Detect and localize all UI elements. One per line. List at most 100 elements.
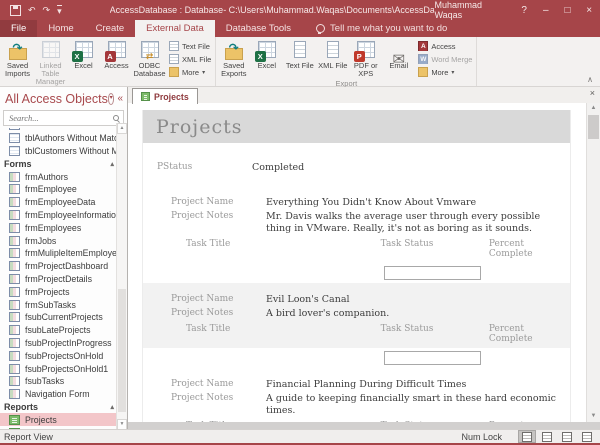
sidebar-item-frmemployee[interactable]: frmEmployee: [0, 183, 117, 196]
project-name-value: Everything You Didn't Know About Vmware: [266, 197, 477, 208]
collapse-ribbon-icon[interactable]: ∧: [587, 75, 593, 84]
tab-external-data[interactable]: External Data: [135, 20, 215, 37]
tell-me-label: Tell me what you want to do: [330, 23, 448, 34]
ribbon-button-odbc-database[interactable]: ODBC Database: [133, 38, 166, 86]
project-section: Project Name Evil Loon's Canal Project N…: [143, 283, 570, 365]
pane-menu-icon[interactable]: ▾: [107, 93, 115, 105]
ribbon-button-pdf-or-xps[interactable]: PDF or XPS: [349, 38, 382, 78]
document-area: Projects × Projects PStatus Completed Pr…: [128, 87, 600, 430]
ribbon-button-access[interactable]: Access: [100, 38, 133, 86]
tell-me-box[interactable]: Tell me what you want to do: [302, 20, 447, 37]
ribbon-button-excel[interactable]: Excel: [67, 38, 100, 86]
ribbon-button-saved-exports[interactable]: Saved Exports: [217, 38, 250, 78]
project-section: Project Name Everything You Didn't Know …: [143, 186, 570, 280]
num-lock-indicator: Num Lock: [461, 431, 502, 442]
ribbon-button-access[interactable]: Access: [418, 40, 472, 52]
percent-complete-label: Percent Complete: [488, 324, 533, 344]
search-input[interactable]: [7, 112, 113, 124]
scrollbar-thumb[interactable]: [588, 115, 599, 139]
save-icon[interactable]: [10, 4, 21, 16]
tab-file[interactable]: File: [0, 20, 38, 37]
sidebar-item-tblauthors-without-matchin[interactable]: tblAuthors Without Matchin...: [0, 132, 127, 145]
scrollbar-thumb[interactable]: [118, 288, 126, 412]
sidebar-item-fsubprojectinprogress[interactable]: fsubProjectInProgress: [0, 337, 117, 350]
help-button[interactable]: ?: [513, 0, 535, 20]
report-view: Projects PStatus Completed Project Name …: [128, 103, 587, 422]
sidebar-item-tblcustomers-without-match[interactable]: tblCustomers Without Match...: [0, 145, 127, 158]
sidebar-item-fsubcurrentprojects[interactable]: fsubCurrentProjects: [0, 311, 117, 324]
sidebar-item-frmsubtasks[interactable]: frmSubTasks: [0, 298, 117, 311]
scroll-up-icon[interactable]: ▲: [117, 123, 127, 134]
minimize-button[interactable]: –: [535, 0, 557, 20]
document-tab-projects[interactable]: Projects: [132, 88, 198, 104]
tab-database-tools[interactable]: Database Tools: [215, 20, 302, 37]
scroll-down-icon[interactable]: ▼: [587, 411, 600, 422]
status-bar: Report View Num Lock: [0, 429, 600, 443]
shutter-bar-close-icon[interactable]: «: [117, 94, 123, 104]
collapse-group-icon[interactable]: ▴: [110, 160, 114, 168]
project-notes-row: Project Notes A bird lover's companion.: [143, 308, 570, 320]
form-icon: [9, 376, 20, 387]
access-icon: [418, 41, 429, 51]
redo-icon[interactable]: ↷: [43, 5, 51, 15]
maximize-button[interactable]: □: [557, 0, 579, 20]
tab-home[interactable]: Home: [37, 20, 84, 37]
sidebar-list: tblAuthors Without Matchin... tblCustomer…: [0, 128, 127, 430]
sidebar-item-frmemployeedata[interactable]: frmEmployeeData: [0, 196, 117, 209]
sidebar-item-frmemployees[interactable]: frmEmployees: [0, 221, 117, 234]
sidebar-item-fsubprojectsonhold[interactable]: fsubProjectsOnHold: [0, 349, 117, 362]
project-name-label: Project Name: [171, 379, 234, 389]
ribbon-button-xml-file[interactable]: XML File: [316, 38, 349, 78]
signed-in-user[interactable]: Muhammad Waqas: [434, 0, 499, 20]
ribbon-button-email[interactable]: Email: [382, 38, 415, 78]
more-icon: [418, 67, 429, 77]
report-view-icon[interactable]: [518, 430, 536, 443]
search-icon[interactable]: [113, 114, 120, 122]
tab-create[interactable]: Create: [85, 20, 136, 37]
ribbon-button-text-file[interactable]: Text File: [283, 38, 316, 78]
sidebar-item-navigation-form[interactable]: Navigation Form: [0, 388, 117, 401]
task-status-textbox[interactable]: [384, 266, 481, 280]
query-icon: [9, 145, 20, 156]
ribbon-button-excel[interactable]: Excel: [250, 38, 283, 78]
sidebar-item-frmprojectdetails[interactable]: frmProjectDetails: [0, 273, 117, 286]
close-document-icon[interactable]: ×: [590, 88, 595, 98]
customize-quick-access-toolbar-icon[interactable]: ▾: [57, 4, 62, 16]
sidebar-item-frmmulipleitememployee[interactable]: frmMulipleItemEmployee: [0, 247, 122, 260]
pstatus-label: PStatus: [157, 162, 193, 172]
sidebar-item-frmjobs[interactable]: frmJobs: [0, 234, 117, 247]
sidebar-item-frmprojectdashboard[interactable]: frmProjectDashboard: [0, 260, 117, 273]
close-button[interactable]: ×: [578, 0, 600, 20]
sidebar-item-fsubprojectsonhold1[interactable]: fsubProjectsOnHold1: [0, 362, 117, 375]
sidebar-group-reports[interactable]: Reports ▴: [0, 401, 117, 414]
task-status-textbox[interactable]: [384, 351, 481, 365]
project-notes-label: Project Notes: [171, 211, 234, 221]
design-view-icon[interactable]: [578, 430, 596, 443]
sidebar-item-frmemployeeinformation[interactable]: frmEmployeeInformation: [0, 209, 121, 222]
main-area: All Access Objects ▾ « tblAuthors Withou…: [0, 87, 600, 430]
window-title: AccessDatabase : Database- C:\Users\Muha…: [109, 5, 435, 15]
report-title-band: Projects: [143, 110, 570, 143]
sidebar-item-fsublateprojects[interactable]: fsubLateProjects: [0, 324, 117, 337]
sidebar-item-fsubtasks[interactable]: fsubTasks: [0, 375, 117, 388]
status-view-label: Report View: [4, 431, 53, 442]
document-tab-bar: Projects ×: [128, 87, 600, 104]
navigation-pane-title[interactable]: All Access Objects: [5, 92, 108, 106]
ribbon-button-more[interactable]: More ▾: [418, 66, 472, 78]
ribbon-button-more[interactable]: More ▾: [169, 66, 211, 78]
print-preview-icon[interactable]: [538, 430, 556, 443]
sidebar-item-frmprojects[interactable]: frmProjects: [0, 285, 117, 298]
sidebar-item-projects[interactable]: Projects: [0, 413, 117, 427]
layout-view-icon[interactable]: [558, 430, 576, 443]
collapse-group-icon[interactable]: ▴: [110, 403, 114, 411]
sidebar-item-frmauthors[interactable]: frmAuthors: [0, 170, 117, 183]
sidebar-group-forms[interactable]: Forms ▴: [0, 157, 117, 170]
ribbon-button-saved-imports[interactable]: Saved Imports: [1, 38, 34, 86]
sidebar-scrollbar[interactable]: ▲ ▼: [116, 123, 127, 430]
navigation-pane-header: All Access Objects ▾ «: [0, 87, 127, 108]
ribbon-button-text-file[interactable]: Text File: [169, 40, 211, 52]
undo-icon[interactable]: ↶: [28, 5, 36, 15]
scroll-up-icon[interactable]: ▲: [587, 103, 600, 114]
document-scrollbar[interactable]: ▲ ▼: [586, 103, 600, 422]
ribbon-button-xml-file[interactable]: XML File: [169, 53, 211, 65]
